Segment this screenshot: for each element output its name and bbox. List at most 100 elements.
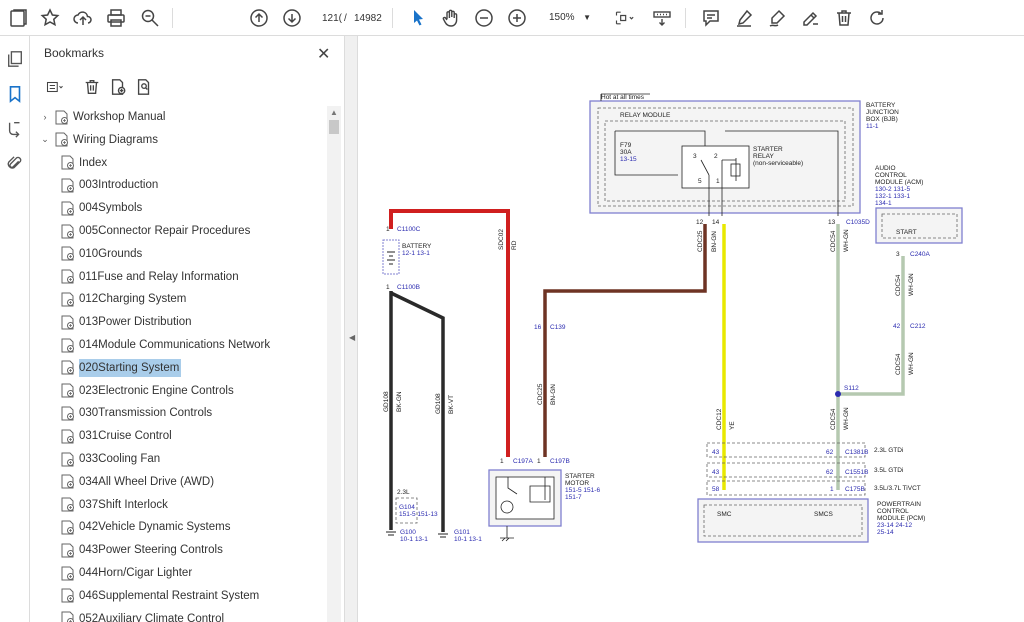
left-rail — [0, 36, 30, 622]
bookmark-item[interactable]: 043Power Steering Controls — [57, 539, 223, 561]
bookmark-item[interactable]: Index — [57, 152, 107, 174]
wiring-diagram: .t { font-size: 6.5px; fill: #222; } .tb… — [382, 93, 963, 543]
bookmark-item[interactable]: 012Charging System — [57, 288, 186, 310]
starter-ref-2: 151-7 — [565, 494, 582, 501]
prev-page-icon[interactable] — [247, 6, 271, 30]
bookmarks-icon[interactable] — [4, 83, 26, 105]
bookmark-item[interactable]: 046Supplemental Restraint System — [57, 585, 259, 607]
bookmark-item[interactable]: 003Introduction — [57, 174, 158, 196]
delete-bookmark-icon[interactable] — [81, 76, 103, 98]
next-page-icon[interactable] — [280, 6, 304, 30]
bookmark-page-icon — [61, 224, 74, 238]
collapse-arrow-icon[interactable]: ◀ — [349, 333, 355, 342]
bookmark-label: 043Power Steering Controls — [79, 544, 223, 557]
print-icon[interactable] — [104, 6, 128, 30]
bookmark-item[interactable]: 010Grounds — [57, 243, 142, 265]
bngn-label-a: BN-GN — [550, 384, 557, 405]
edit-sign-icon[interactable] — [798, 6, 822, 30]
bookmark-options-icon[interactable] — [41, 76, 69, 98]
zoom-search-icon[interactable] — [138, 6, 162, 30]
scroll-thumb[interactable] — [329, 120, 339, 134]
document-view[interactable]: .t { font-size: 6.5px; fill: #222; } .tb… — [358, 36, 1024, 622]
scroll-mode-icon[interactable] — [650, 6, 674, 30]
panel-splitter[interactable]: ◀ — [344, 36, 358, 622]
bookmark-item[interactable]: 013Power Distribution — [57, 311, 192, 333]
c1100c-pin: 1 — [386, 226, 390, 233]
select-cursor-icon[interactable] — [406, 6, 430, 30]
draw-icon[interactable] — [765, 6, 789, 30]
toolbar-divider — [392, 8, 393, 28]
bookmark-group[interactable]: › Workshop Manual — [39, 106, 165, 128]
page-number-input[interactable]: 121( — [312, 9, 342, 29]
bookmark-page-icon — [61, 315, 74, 330]
bookmark-item[interactable]: 020Starting System — [57, 357, 182, 379]
bookmark-item[interactable]: 031Cruise Control — [57, 425, 172, 447]
bookmark-item[interactable]: 034All Wheel Drive (AWD) — [57, 471, 214, 493]
zoom-in-icon[interactable] — [505, 6, 529, 30]
hand-tool-icon[interactable] — [439, 6, 463, 30]
bjb-label-3: BOX (BJB) — [866, 116, 898, 123]
c1035d-label: C1035D — [846, 219, 870, 226]
bookmark-item[interactable]: 014Module Communications Network — [57, 334, 270, 356]
bookmark-item[interactable]: 030Transmission Controls — [57, 402, 212, 424]
pages-icon[interactable] — [4, 48, 26, 70]
bookmark-label: 003Introduction — [79, 179, 159, 192]
chevron-right-icon[interactable]: › — [39, 112, 51, 122]
sidebar-icon[interactable] — [6, 6, 30, 30]
c175b-connector — [706, 480, 866, 496]
bookmark-item[interactable]: 044Horn/Cigar Lighter — [57, 562, 192, 584]
ye-label: YE — [729, 421, 736, 430]
fuse-name: F79 — [620, 142, 632, 149]
zoom-select[interactable]: 150% ▼ — [543, 8, 595, 28]
bookmark-label: Index — [79, 156, 108, 169]
upload-cloud-icon[interactable] — [71, 6, 95, 30]
starter-label-2: MOTOR — [565, 480, 589, 487]
c1381b-left-pin: 43 — [712, 449, 720, 456]
bookmark-item[interactable]: 005Connector Repair Procedures — [57, 220, 250, 242]
bookmark-label: 014Module Communications Network — [79, 339, 271, 351]
bookmark-item[interactable]: 023Electronic Engine Controls — [57, 380, 234, 402]
c1551b-connector — [706, 462, 866, 478]
g100-label: G100 — [400, 529, 416, 536]
bookmark-item[interactable]: 037Shift Interlock — [57, 494, 168, 516]
bookmark-label: 004Symbols — [79, 202, 143, 215]
attachments-icon[interactable] — [4, 153, 26, 175]
bookmark-item[interactable]: 011Fuse and Relay Information — [57, 266, 239, 288]
pin-12: 12 — [696, 219, 704, 226]
delete-icon[interactable] — [832, 6, 856, 30]
layers-icon[interactable] — [4, 118, 26, 140]
chevron-down-icon[interactable]: ⌄ — [39, 134, 51, 145]
bookmark-label: Wiring Diagrams — [73, 133, 158, 146]
bookmark-star-icon[interactable] — [38, 6, 62, 30]
bookmark-label: 044Horn/Cigar Lighter — [79, 567, 193, 579]
zoom-out-icon[interactable] — [472, 6, 496, 30]
scroll-up-icon[interactable]: ▲ — [330, 108, 338, 117]
g100-ref: 10-1 13-1 — [400, 536, 428, 543]
bookmark-page-icon — [61, 201, 74, 216]
bookmark-label: 030Transmission Controls — [79, 407, 213, 420]
fit-page-icon[interactable] — [610, 6, 638, 30]
bookmark-page-icon — [61, 611, 74, 622]
rotate-icon[interactable] — [865, 6, 889, 30]
find-bookmark-icon[interactable] — [133, 76, 155, 98]
bookmark-label: 012Charging System — [79, 293, 187, 306]
panel-scrollbar[interactable]: ▲ — [327, 106, 341, 622]
close-icon[interactable]: ✕ — [317, 44, 331, 63]
g104-label: G104 — [399, 504, 415, 511]
relay-pin-3: 3 — [693, 153, 697, 160]
bookmark-item[interactable]: 004Symbols — [57, 197, 142, 219]
cdc54-label-b: CDC54 — [895, 274, 902, 296]
highlight-icon[interactable] — [732, 6, 756, 30]
bookmark-item[interactable]: 033Cooling Fan — [57, 448, 160, 470]
c197a-pin: 1 — [500, 458, 504, 465]
bookmark-item[interactable]: 042Vehicle Dynamic Systems — [57, 516, 230, 538]
bookmark-page-icon — [61, 566, 74, 580]
bookmark-item[interactable]: 052Auxiliary Climate Control — [57, 608, 224, 622]
comment-icon[interactable] — [699, 6, 723, 30]
starter-ref-1: 151-5 151-6 — [565, 487, 600, 494]
relay-note: (non-serviceable) — [753, 160, 803, 167]
c1100c-label: C1100C — [397, 226, 421, 233]
bngn-label-b: BN-GN — [711, 231, 718, 252]
bookmark-group[interactable]: ⌄ Wiring Diagrams — [39, 129, 158, 151]
new-bookmark-icon[interactable] — [107, 76, 129, 98]
